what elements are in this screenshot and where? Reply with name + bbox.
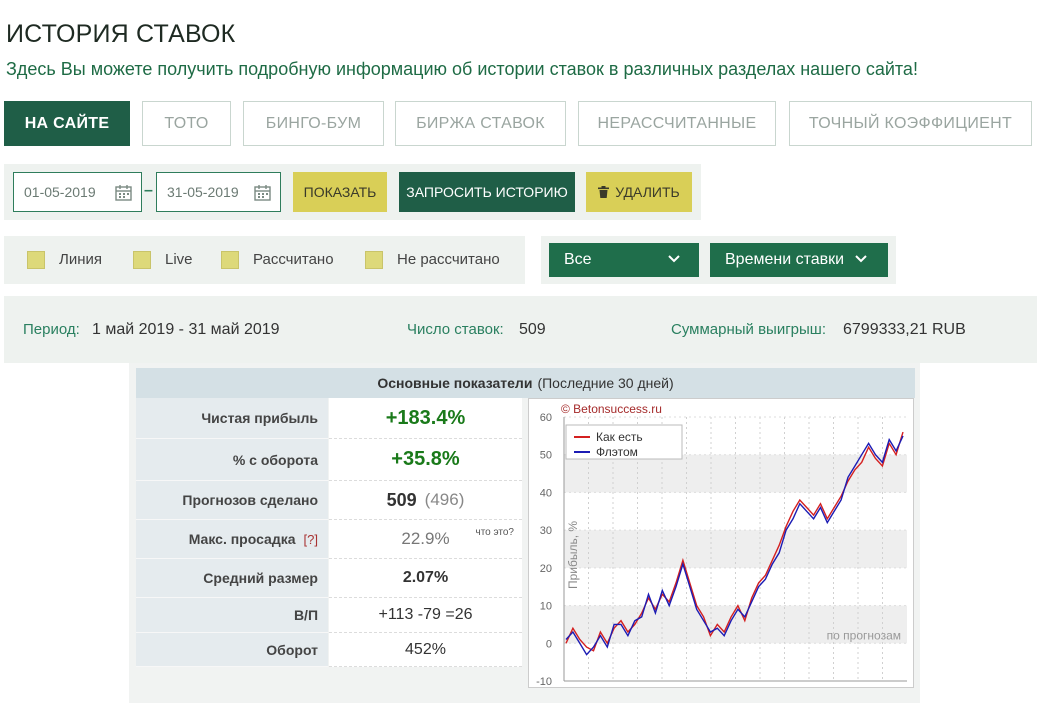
tab-bingo-boom[interactable]: БИНГО-БУМ — [243, 101, 384, 146]
sort-dropdown-value: Времени ставки — [725, 251, 845, 268]
date-toolbar: 01-05-2019 – 31-05-2019 ПОКАЗАТЬ ЗАПРОСИ… — [4, 164, 701, 220]
delete-button[interactable]: УДАЛИТЬ — [586, 172, 692, 212]
stats-row-drawdown: Макс. просадка [?] 22.9% что это? — [136, 520, 522, 559]
stats-value: 2.07% — [329, 559, 522, 598]
stats-row-predictions: Прогнозов сделано 509 (496) — [136, 481, 522, 520]
date-to-field[interactable]: 31-05-2019 — [156, 172, 281, 212]
tab-exact-odds[interactable]: ТОЧНЫЙ КОЭФФИЦИЕНТ — [789, 101, 1032, 146]
show-button[interactable]: ПОКАЗАТЬ — [293, 172, 387, 212]
page-title: ИСТОРИЯ СТАВОК — [6, 20, 236, 48]
bet-filters: Линия Live Рассчитано Не рассчитано — [4, 236, 525, 284]
period-label: Период: — [23, 321, 80, 338]
summary-bar: Период: 1 май 2019 - 31 май 2019 Число с… — [4, 296, 1037, 363]
stats-label: Чистая прибыль — [136, 398, 328, 439]
y-tick-label: 60 — [540, 412, 552, 424]
filter-checkbox-line[interactable] — [27, 251, 45, 269]
stats-row-turnover: Оборот 452% — [136, 633, 522, 667]
sort-dropdown[interactable]: Времени ставки — [710, 243, 888, 277]
bet-count-label: Число ставок: — [407, 321, 504, 338]
total-win-label: Суммарный выигрыш: — [671, 321, 827, 338]
stats-label: Макс. просадка — [188, 531, 296, 547]
y-tick-label: 50 — [540, 450, 552, 462]
period-value: 1 май 2019 - 31 май 2019 — [92, 321, 280, 338]
filter-label-live: Live — [165, 251, 193, 268]
what-is-this-link[interactable]: что это? — [476, 527, 515, 538]
y-tick-label: 0 — [546, 638, 552, 650]
stats-header-note: (Последние 30 дней) — [537, 375, 674, 391]
profit-chart: -10 0 10 20 30 40 50 60 © Betonsuccess.ru Прибыль… — [536, 402, 907, 688]
total-win-value: 6799333,21 RUB — [843, 321, 966, 338]
help-link[interactable]: [?] — [304, 532, 318, 547]
type-dropdown-value: Все — [564, 251, 592, 268]
stats-label: Средний размер — [136, 559, 328, 598]
chart-note: по прогнозам — [827, 629, 901, 643]
tab-toto[interactable]: ТОТО — [142, 101, 231, 146]
stats-header: Основные показатели (Последние 30 дней) — [136, 368, 915, 398]
stats-label: % с оборота — [136, 439, 328, 481]
chart-title: © Betonsuccess.ru — [561, 402, 662, 416]
trash-icon — [598, 186, 610, 198]
filter-checkbox-settled[interactable] — [221, 251, 239, 269]
calendar-icon[interactable] — [254, 184, 271, 201]
filter-checkbox-unsettled[interactable] — [365, 251, 383, 269]
y-axis-label: Прибыль, % — [566, 521, 580, 589]
tab-on-site[interactable]: НА САЙТЕ — [4, 101, 130, 146]
chevron-down-icon — [668, 255, 680, 263]
filter-label-settled: Рассчитано — [253, 251, 334, 268]
stats-label: Прогнозов сделано — [136, 481, 328, 520]
calendar-icon[interactable] — [115, 184, 132, 201]
stats-value-extra: (496) — [424, 490, 465, 509]
tab-unsettled[interactable]: НЕРАССЧИТАННЫЕ — [578, 101, 776, 146]
chevron-down-icon — [855, 255, 867, 263]
stats-value-wrap: 509 (496) — [329, 481, 522, 520]
stats-label: В/П — [136, 598, 328, 633]
stats-header-title: Основные показатели — [377, 375, 533, 391]
type-dropdown[interactable]: Все — [549, 243, 699, 277]
profit-chart-box: -10 0 10 20 30 40 50 60 © Betonsuccess.ru Прибыль… — [528, 398, 914, 688]
legend-label: Как есть — [596, 430, 643, 444]
bet-count-value: 509 — [519, 321, 546, 338]
stats-row-win-loss: В/П +113 -79 =26 — [136, 598, 522, 633]
y-tick-label: 40 — [540, 487, 552, 499]
filter-label-unsettled: Не рассчитано — [397, 251, 500, 268]
y-tick-label: 20 — [540, 563, 552, 575]
date-from-value: 01-05-2019 — [24, 184, 96, 200]
stats-row-avg-size: Средний размер 2.07% — [136, 559, 522, 598]
dropdown-panel: Все Времени ставки — [541, 236, 896, 284]
stats-row-turnover-pct: % с оборота +35.8% — [136, 439, 522, 481]
tab-exchange[interactable]: БИРЖА СТАВОК — [395, 101, 566, 146]
stats-value: 509 — [386, 489, 417, 510]
stats-value: +35.8% — [329, 439, 522, 481]
stats-value-wrap: 22.9% что это? — [329, 520, 522, 559]
stats-value: 452% — [329, 633, 522, 667]
stats-panel: Основные показатели (Последние 30 дней) … — [129, 363, 920, 703]
request-history-button[interactable]: ЗАПРОСИТЬ ИСТОРИЮ — [399, 172, 575, 212]
y-tick-label: -10 — [536, 676, 552, 688]
page-subtitle: Здесь Вы можете получить подробную инфор… — [6, 59, 918, 79]
stats-label-wrap: Макс. просадка [?] — [136, 520, 328, 559]
y-tick-label: 30 — [540, 525, 552, 537]
delete-button-label: УДАЛИТЬ — [615, 184, 680, 200]
date-range-dash: – — [144, 182, 153, 199]
stats-value: +113 -79 =26 — [329, 598, 522, 633]
filter-checkbox-live[interactable] — [133, 251, 151, 269]
filter-label-line: Линия — [59, 251, 103, 268]
stats-value: +183.4% — [329, 398, 522, 439]
stats-value: 22.9% — [401, 529, 450, 548]
date-to-value: 31-05-2019 — [167, 184, 239, 200]
stats-label: Оборот — [136, 633, 328, 667]
y-tick-label: 10 — [540, 601, 552, 613]
legend-label: Флэтом — [596, 445, 638, 459]
date-from-field[interactable]: 01-05-2019 — [13, 172, 142, 212]
stats-row-net-profit: Чистая прибыль +183.4% — [136, 398, 522, 439]
